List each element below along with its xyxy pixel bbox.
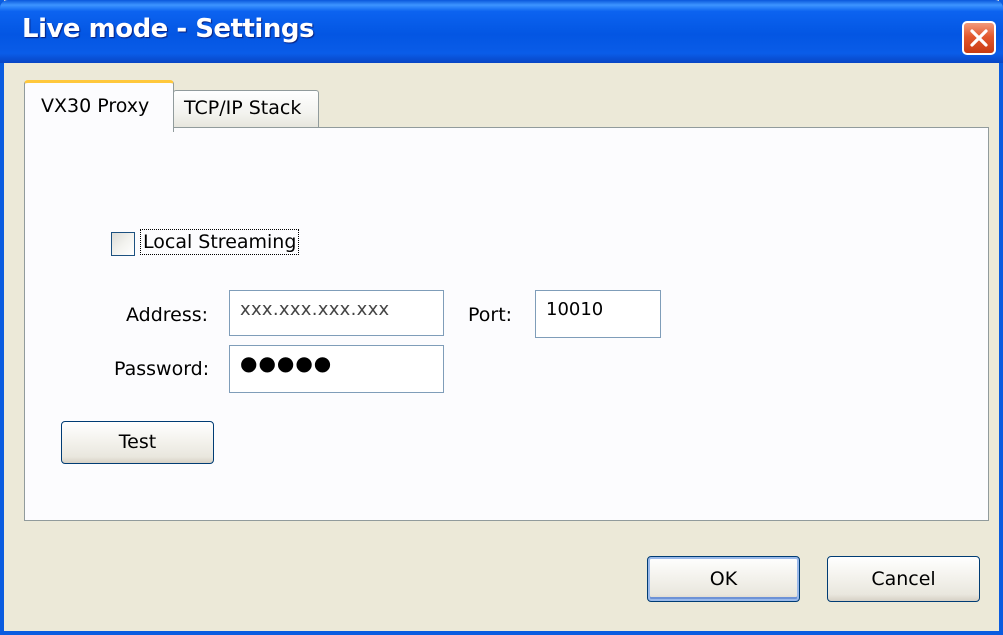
tab-panel-vx30-proxy: Local Streaming Address: xxx.xxx.xxx.xxx… xyxy=(24,127,989,521)
test-button[interactable]: Test xyxy=(61,421,214,464)
title-bar[interactable]: Live mode - Settings xyxy=(0,0,1003,63)
tab-vx30-proxy[interactable]: VX30 Proxy xyxy=(24,80,174,132)
password-input[interactable]: ●●●●● xyxy=(229,345,444,393)
local-streaming-label[interactable]: Local Streaming xyxy=(140,229,300,255)
port-label: Port: xyxy=(468,304,513,326)
address-input[interactable]: xxx.xxx.xxx.xxx xyxy=(229,290,444,336)
port-input[interactable]: 10010 xyxy=(535,290,661,338)
password-label: Password: xyxy=(114,358,210,380)
tab-label: TCP/IP Stack xyxy=(184,97,302,119)
close-button[interactable] xyxy=(962,21,996,55)
address-label: Address: xyxy=(126,304,209,326)
cancel-button[interactable]: Cancel xyxy=(827,556,980,602)
tab-label: VX30 Proxy xyxy=(41,95,150,117)
local-streaming-checkbox[interactable] xyxy=(111,232,135,256)
close-icon xyxy=(970,29,988,47)
tab-tcpip-stack[interactable]: TCP/IP Stack xyxy=(173,90,319,128)
ok-button[interactable]: OK xyxy=(647,556,800,602)
window-title: Live mode - Settings xyxy=(22,14,314,44)
